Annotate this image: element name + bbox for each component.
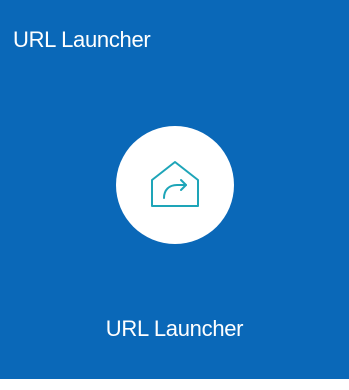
- app-icon-circle[interactable]: [116, 126, 234, 244]
- tile-title: URL Launcher: [13, 27, 151, 52]
- tile-label: URL Launcher: [105, 316, 244, 341]
- url-launcher-tile[interactable]: URL Launcher URL Launcher: [0, 0, 349, 379]
- house-share-arrow-icon: [151, 161, 199, 207]
